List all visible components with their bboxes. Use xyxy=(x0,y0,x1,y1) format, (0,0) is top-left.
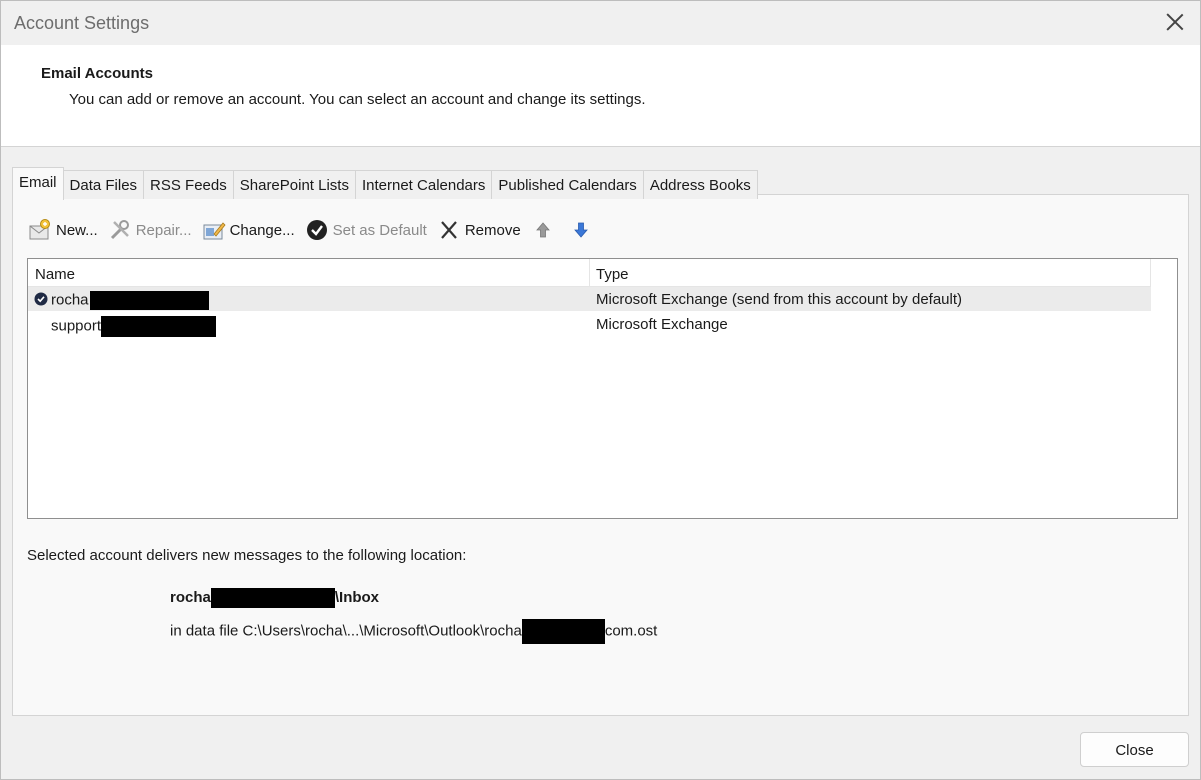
account-name: support xyxy=(51,316,217,337)
new-button-label: New... xyxy=(56,221,98,239)
account-name-text: support xyxy=(51,317,102,335)
section-description: You can add or remove an account. You ca… xyxy=(69,91,646,108)
remove-button[interactable]: Remove xyxy=(437,218,521,242)
list-header: Name Type xyxy=(28,259,1151,287)
redaction-block xyxy=(89,291,209,310)
repair-button-label: Repair... xyxy=(135,221,192,239)
remove-x-icon xyxy=(437,218,461,242)
new-button[interactable]: New... xyxy=(28,218,98,242)
close-icon[interactable] xyxy=(1164,11,1186,33)
toolbar: New... Repair... Change... Set as Defaul… xyxy=(28,215,607,245)
delivery-folder-suffix: \Inbox xyxy=(334,588,380,606)
move-up-button[interactable] xyxy=(531,218,559,242)
header-panel: Email Accounts You can add or remove an … xyxy=(1,45,1200,147)
section-title: Email Accounts xyxy=(41,65,153,82)
delivery-file-suffix: com.ost xyxy=(604,622,658,640)
delivery-data-file: in data file C:\Users\rocha\...\Microsof… xyxy=(170,619,657,644)
tab-internet-calendars[interactable]: Internet Calendars xyxy=(354,170,493,199)
change-account-icon xyxy=(202,218,226,242)
change-button-label: Change... xyxy=(229,221,295,239)
delivery-folder-prefix: rocha xyxy=(170,588,211,606)
tab-published-calendars[interactable]: Published Calendars xyxy=(491,170,644,199)
repair-button[interactable]: Repair... xyxy=(108,218,192,242)
accounts-list: Name Type rocha Microsoft Exchange (send… xyxy=(27,258,1178,519)
delivery-folder-path: rocha \Inbox xyxy=(170,588,379,608)
account-type: Microsoft Exchange (send from this accou… xyxy=(596,291,963,308)
account-row[interactable]: rocha Microsoft Exchange (send from this… xyxy=(28,287,1151,311)
column-divider[interactable] xyxy=(1150,259,1151,286)
default-account-check-icon xyxy=(34,292,48,306)
account-type: Microsoft Exchange xyxy=(596,316,728,333)
checkmark-circle-icon xyxy=(305,218,329,242)
delivery-file-prefix: in data file C:\Users\rocha\...\Microsof… xyxy=(170,622,522,640)
column-divider[interactable] xyxy=(589,259,590,286)
tab-email[interactable]: Email xyxy=(12,167,64,200)
column-header-type[interactable]: Type xyxy=(596,266,629,283)
redaction-block xyxy=(521,619,605,644)
window-title: Account Settings xyxy=(14,13,150,33)
account-row[interactable]: support Microsoft Exchange xyxy=(28,312,1151,337)
repair-tools-icon xyxy=(108,218,132,242)
move-down-button[interactable] xyxy=(569,218,597,242)
tab-data-files[interactable]: Data Files xyxy=(62,170,145,199)
tab-sharepoint-lists[interactable]: SharePoint Lists xyxy=(232,170,356,199)
change-button[interactable]: Change... xyxy=(202,218,295,242)
arrow-down-icon xyxy=(569,218,593,242)
new-account-icon xyxy=(28,218,52,242)
tab-rss-feeds[interactable]: RSS Feeds xyxy=(143,170,234,199)
account-settings-dialog: Account Settings Email Accounts You can … xyxy=(0,0,1201,780)
delivery-location-label: Selected account delivers new messages t… xyxy=(27,547,467,564)
arrow-up-icon xyxy=(531,218,555,242)
redaction-block xyxy=(210,588,335,608)
account-name-text: rocha xyxy=(51,291,89,309)
email-tab-panel: New... Repair... Change... Set as Defaul… xyxy=(12,194,1189,716)
tab-address-books[interactable]: Address Books xyxy=(642,170,758,199)
column-header-name[interactable]: Name xyxy=(35,266,75,283)
set-as-default-label: Set as Default xyxy=(332,221,427,239)
set-as-default-button[interactable]: Set as Default xyxy=(305,218,427,242)
close-button[interactable]: Close xyxy=(1080,732,1189,767)
remove-button-label: Remove xyxy=(464,221,521,239)
account-name: rocha xyxy=(51,291,209,310)
settings-tabs: Email Data Files RSS Feeds SharePoint Li… xyxy=(12,167,758,200)
redaction-block xyxy=(101,316,217,337)
title-bar: Account Settings xyxy=(1,1,1200,45)
